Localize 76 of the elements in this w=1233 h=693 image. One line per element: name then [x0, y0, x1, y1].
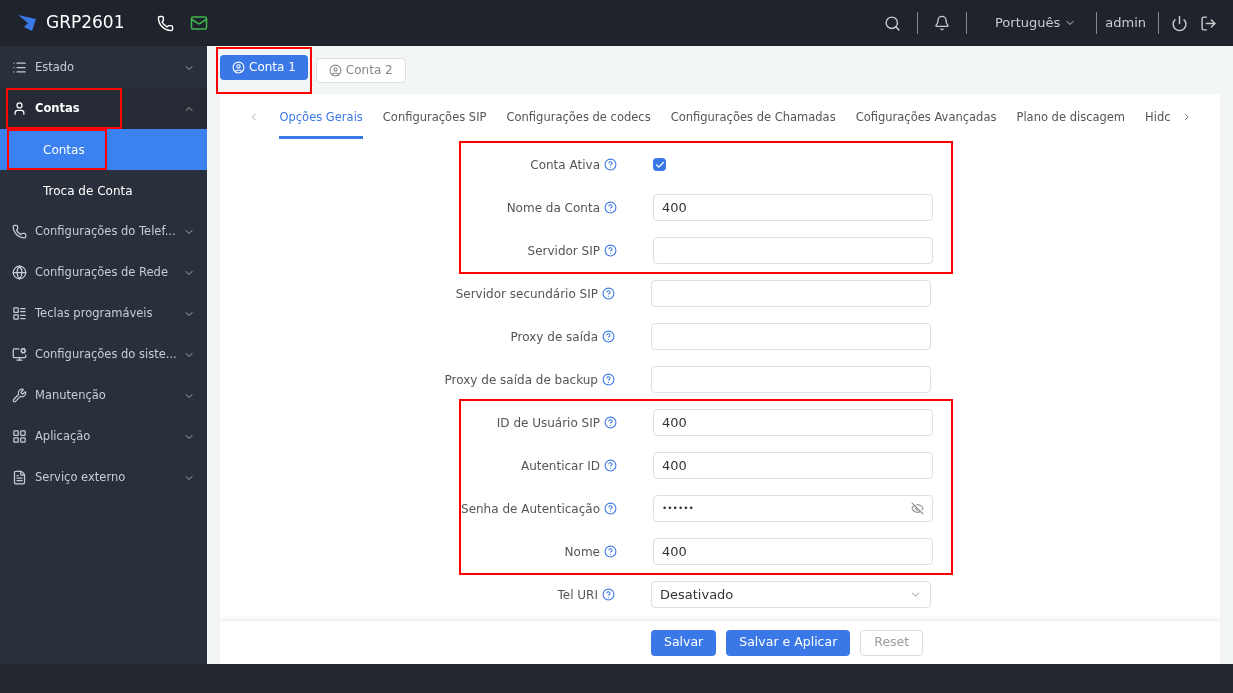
help-icon[interactable] — [602, 373, 615, 386]
hidden-eye-icon[interactable] — [911, 502, 924, 515]
account-tab[interactable]: Conta 1 — [220, 54, 308, 80]
field-label: Proxy de saída — [510, 328, 598, 346]
sidebar-item[interactable]: Teclas programáveis — [0, 293, 207, 334]
user-name[interactable]: admin — [1105, 13, 1146, 33]
language-dropdown[interactable]: Português — [995, 13, 1077, 33]
search-icon[interactable] — [884, 14, 901, 32]
menu-icon — [12, 101, 27, 116]
menu-icon — [12, 388, 27, 403]
field-label: Conta Ativa — [530, 156, 600, 174]
menu-icon — [12, 429, 27, 444]
sidebar-subitem[interactable]: Contas — [0, 129, 207, 170]
bell-icon[interactable] — [934, 15, 950, 31]
account-tab[interactable]: Conta 2 — [315, 57, 406, 83]
product-name: GRP2601 — [46, 11, 125, 35]
sidebar-item[interactable]: Configurações do Telef... — [0, 211, 207, 252]
sidebar-item[interactable]: Manutenção — [0, 375, 207, 416]
sidebar-item[interactable]: Estado — [0, 47, 207, 88]
menu-icon — [12, 306, 27, 321]
section-tab[interactable]: Hidc — [1145, 108, 1171, 139]
power-icon[interactable] — [1171, 14, 1188, 32]
sidebar-item[interactable]: Contas — [0, 88, 207, 129]
user-icon — [232, 60, 245, 74]
sidebar-subitem[interactable]: Troca de Conta — [0, 170, 207, 211]
action-button[interactable]: Salvar e Aplicar — [726, 629, 851, 656]
sidebar-item[interactable]: Aplicação — [0, 416, 207, 457]
field-label: Tel URI — [557, 586, 598, 604]
logout-icon[interactable] — [1200, 14, 1217, 32]
menu-icon — [12, 470, 27, 485]
help-icon[interactable] — [604, 459, 617, 472]
select-field[interactable]: Desativado — [651, 581, 931, 608]
help-icon[interactable] — [604, 502, 617, 515]
help-icon[interactable] — [604, 201, 617, 214]
input-field[interactable]: 400 — [653, 538, 933, 565]
input-field[interactable] — [651, 366, 931, 393]
section-tab[interactable]: Configurações de codecs — [506, 108, 651, 139]
input-field[interactable] — [651, 280, 931, 307]
checkbox[interactable] — [653, 158, 666, 171]
section-tab[interactable]: Configurações SIP — [382, 108, 487, 139]
password-field[interactable]: •••••• — [653, 495, 933, 522]
logo-icon — [16, 13, 38, 33]
field-label: Senha de Autenticação — [461, 500, 600, 518]
input-field[interactable]: 400 — [653, 194, 933, 221]
help-icon[interactable] — [602, 588, 615, 601]
menu-icon — [12, 347, 27, 362]
field-label: Servidor SIP — [527, 242, 600, 260]
menu-icon — [12, 60, 27, 75]
input-field[interactable] — [653, 237, 933, 264]
sidebar-item[interactable]: Configurações do siste... — [0, 334, 207, 375]
user-icon — [328, 63, 342, 77]
mail-icon[interactable] — [189, 14, 208, 32]
action-button[interactable]: Salvar — [651, 629, 717, 656]
help-icon[interactable] — [604, 158, 617, 171]
input-field[interactable]: 400 — [653, 409, 933, 436]
help-icon[interactable] — [604, 416, 617, 429]
field-label: Servidor secundário SIP — [455, 285, 598, 303]
field-label: Nome — [564, 543, 600, 561]
help-icon[interactable] — [604, 545, 617, 558]
input-field[interactable]: 400 — [653, 452, 933, 479]
help-icon[interactable] — [602, 287, 615, 300]
field-label: Autenticar ID — [520, 457, 600, 475]
sidebar-item[interactable]: Configurações de Rede — [0, 252, 207, 293]
section-tab[interactable]: Configurações de Chamadas — [670, 108, 836, 139]
menu-icon — [12, 224, 27, 239]
field-label: Nome da Conta — [506, 199, 600, 217]
menu-icon — [12, 265, 27, 280]
sidebar-item[interactable]: Serviço externo — [0, 457, 207, 498]
section-tab[interactable]: Plano de discagem — [1016, 108, 1126, 139]
help-icon[interactable] — [604, 244, 617, 257]
section-tab[interactable]: Cofigurações Avançadas — [855, 108, 997, 139]
field-label: ID de Usuário SIP — [496, 414, 600, 432]
input-field[interactable] — [651, 323, 931, 350]
help-icon[interactable] — [602, 330, 615, 343]
field-label: Proxy de saída de backup — [444, 371, 598, 389]
phone-icon[interactable] — [156, 14, 174, 32]
